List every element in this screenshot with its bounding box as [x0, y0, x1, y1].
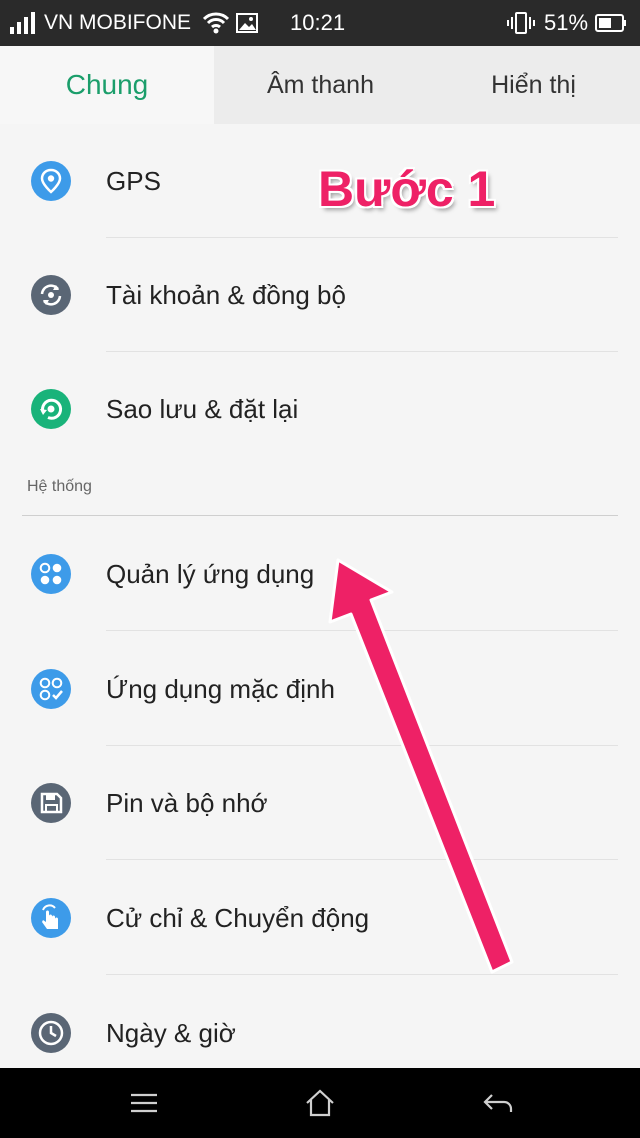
settings-item-accounts-sync[interactable]: Tài khoản & đồng bộ	[0, 238, 640, 352]
tab-bar: Chung Âm thanh Hiển thị	[0, 46, 640, 124]
tab-chung[interactable]: Chung	[0, 46, 214, 124]
default-apps-icon	[31, 669, 71, 709]
carrier-name: VN MOBIFONE	[44, 11, 192, 34]
wifi-icon	[203, 0, 229, 46]
status-bar: VN MOBIFONE 10:21 51%	[0, 0, 640, 46]
section-divider	[22, 515, 618, 516]
clock-time: 10:21	[290, 10, 346, 35]
settings-item-label: Cử chỉ & Chuyển động	[106, 902, 370, 933]
settings-item-label: Pin và bộ nhớ	[106, 787, 268, 818]
sync-icon	[31, 275, 71, 315]
save-icon	[31, 783, 71, 823]
divider	[106, 974, 618, 975]
settings-item-label: Ứng dụng mặc định	[106, 673, 335, 704]
section-title: Hệ thống	[27, 478, 92, 495]
settings-item-label: Quản lý ứng dụng	[106, 558, 315, 589]
divider	[106, 630, 618, 631]
apps-icon	[31, 554, 71, 594]
battery-icon	[595, 0, 627, 46]
gesture-icon	[31, 898, 71, 938]
location-icon	[31, 161, 71, 201]
backup-icon	[31, 389, 71, 429]
menu-icon[interactable]	[124, 1083, 164, 1123]
settings-item-label: Sao lưu & đặt lại	[106, 393, 299, 424]
clock-icon	[31, 1013, 71, 1053]
back-icon[interactable]	[478, 1083, 518, 1123]
settings-item-backup-reset[interactable]: Sao lưu & đặt lại	[0, 352, 640, 466]
home-icon[interactable]	[300, 1083, 340, 1123]
step-label: Bước 1	[318, 161, 496, 217]
tab-hien-thi[interactable]: Hiển thị	[427, 46, 640, 124]
settings-item-battery-storage[interactable]: Pin và bộ nhớ	[0, 746, 640, 860]
battery-percent: 51%	[544, 10, 589, 35]
image-icon	[236, 0, 258, 46]
divider	[106, 859, 618, 860]
navigation-bar	[0, 1068, 640, 1138]
settings-item-gestures-motion[interactable]: Cử chỉ & Chuyển động	[0, 861, 640, 975]
settings-item-label: Tài khoản & đồng bộ	[106, 279, 346, 310]
tab-am-thanh[interactable]: Âm thanh	[214, 46, 427, 124]
settings-item-label: GPS	[106, 165, 161, 196]
section-header-system: Hệ thống	[0, 468, 640, 516]
settings-item-app-manager[interactable]: Quản lý ứng dụng	[0, 517, 640, 631]
settings-item-default-apps[interactable]: Ứng dụng mặc định	[0, 632, 640, 746]
vibrate-icon	[507, 0, 535, 46]
signal-icon	[10, 0, 40, 46]
